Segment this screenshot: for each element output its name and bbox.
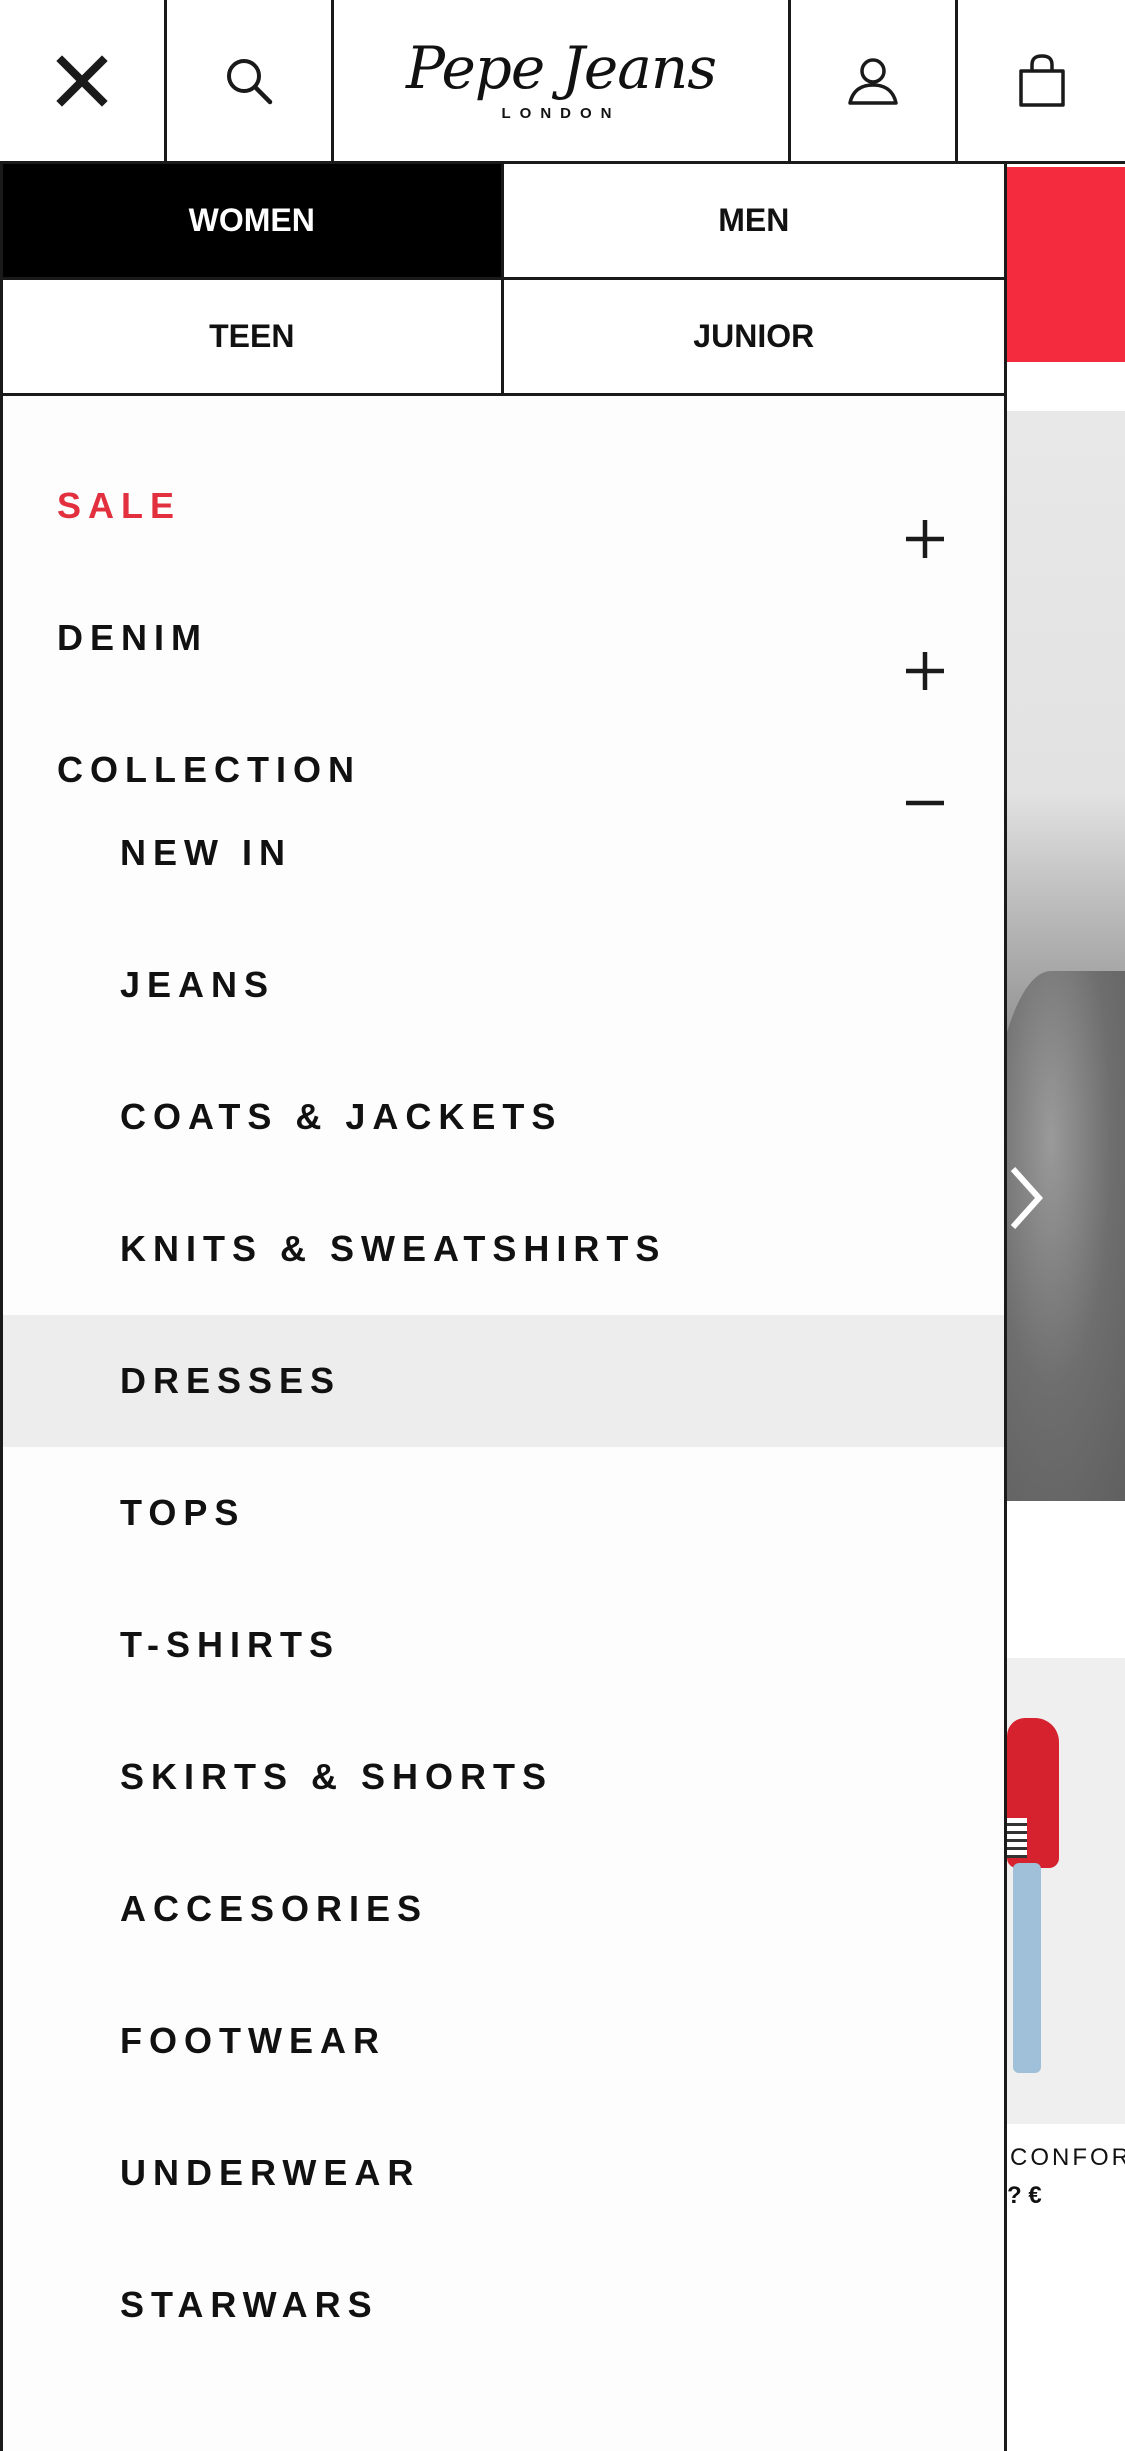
hero-jacket-shape: [1007, 971, 1125, 1501]
menu-item-label: DENIM: [57, 617, 208, 658]
search-button[interactable]: [167, 0, 334, 161]
chevron-right-icon[interactable]: [1007, 1163, 1047, 1233]
submenu-item-footwear[interactable]: FOOTWEAR: [3, 1975, 1004, 2107]
submenu-item-knits-sweatshirts[interactable]: KNITS & SWEATSHIRTS: [3, 1183, 1004, 1315]
tab-women[interactable]: WOMEN: [3, 164, 504, 280]
menu-item-label: COLLECTION: [57, 749, 361, 790]
close-menu-button[interactable]: [0, 0, 167, 161]
submenu-item-new-in[interactable]: NEW IN: [3, 787, 1004, 919]
search-icon: [227, 58, 273, 104]
product-jeans-shape: [1013, 1863, 1041, 2073]
submenu-item-accesories[interactable]: ACCESORIES: [3, 1843, 1004, 1975]
navigation-menu: WOMEN MEN TEEN JUNIOR SALE DENIM COLLECT…: [0, 164, 1007, 2451]
category-list: SALE DENIM COLLECTION NEW IN JEANS COATS…: [3, 382, 1004, 2371]
site-header: Pepe Jeans LONDON: [0, 0, 1125, 164]
plus-icon[interactable]: [903, 517, 947, 561]
product-image[interactable]: [1007, 1658, 1125, 2124]
account-button[interactable]: [791, 0, 958, 161]
tab-men[interactable]: MEN: [503, 164, 1004, 280]
submenu-item-tops[interactable]: TOPS: [3, 1447, 1004, 1579]
submenu-item-jeans[interactable]: JEANS: [3, 919, 1004, 1051]
menu-item-denim[interactable]: DENIM: [3, 565, 1004, 697]
submenu-item-starwars[interactable]: STARWARS: [3, 2239, 1004, 2371]
shopping-bag-icon: [1018, 53, 1065, 107]
submenu-item-dresses[interactable]: DRESSES: [3, 1315, 1004, 1447]
user-icon: [848, 57, 898, 105]
product-name[interactable]: CONFOR: [1010, 2144, 1125, 2172]
close-icon: [56, 54, 108, 107]
plus-icon[interactable]: [903, 649, 947, 693]
submenu-item-underwear[interactable]: UNDERWEAR: [3, 2107, 1004, 2239]
menu-item-sale[interactable]: SALE: [3, 433, 1004, 565]
logo-subtext: LONDON: [501, 105, 621, 122]
logo-wordmark: Pepe Jeans: [406, 34, 717, 102]
tab-teen[interactable]: TEEN: [3, 280, 504, 396]
gender-tabs: WOMEN MEN TEEN JUNIOR: [3, 164, 1004, 396]
hero-image[interactable]: [1007, 411, 1125, 1501]
shopping-bag-button[interactable]: [958, 0, 1125, 161]
submenu-item-t-shirts[interactable]: T-SHIRTS: [3, 1579, 1004, 1711]
promo-banner[interactable]: [1007, 167, 1125, 362]
submenu-item-skirts-shorts[interactable]: SKIRTS & SHORTS: [3, 1711, 1004, 1843]
background-page: CONFOR ? €: [1007, 164, 1125, 2451]
brand-logo[interactable]: Pepe Jeans LONDON: [334, 0, 791, 161]
menu-item-label: SALE: [57, 485, 182, 526]
submenu-item-coats-jackets[interactable]: COATS & JACKETS: [3, 1051, 1004, 1183]
product-price: ? €: [1007, 2182, 1042, 2209]
tab-junior[interactable]: JUNIOR: [503, 280, 1004, 396]
product-shirt-shape: [1007, 1818, 1027, 1858]
